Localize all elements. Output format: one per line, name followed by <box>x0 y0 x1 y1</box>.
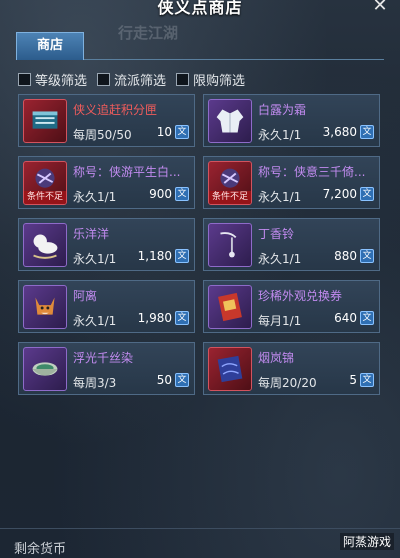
shop-item[interactable]: 阿离 永久1/1 1,980 文 <box>18 280 195 333</box>
item-name: 珍稀外观兑换券 <box>258 289 343 303</box>
tab-shop[interactable]: 商店 <box>16 32 84 60</box>
item-name: 称号：侠游平生白... <box>73 165 181 179</box>
bottom-divider <box>0 528 400 529</box>
item-limit: 每周20/20 <box>258 376 317 390</box>
currency-icon: 文 <box>360 125 374 139</box>
price-value: 5 <box>349 373 357 387</box>
filter-purchase-limit[interactable]: 限购筛选 <box>176 70 246 89</box>
currency-icon: 文 <box>175 311 189 325</box>
currency-icon: 文 <box>360 249 374 263</box>
price-value: 640 <box>334 311 357 325</box>
shop-item[interactable]: 侠义追赶积分匣 每周50/50 10 文 <box>18 94 195 147</box>
dye-bowl-icon <box>23 347 67 391</box>
item-price: 880 文 <box>334 249 374 263</box>
currency-icon: 文 <box>175 249 189 263</box>
close-icon: ✕ <box>372 0 388 16</box>
item-price: 640 文 <box>334 311 374 325</box>
window-title: 侠义点商店 <box>157 0 243 17</box>
level-filter-label: 等级筛选 <box>35 73 88 89</box>
remaining-currency-label: 剩余货币 <box>14 542 67 557</box>
item-name: 称号：侠意三千倚... <box>258 165 366 179</box>
currency-icon: 文 <box>360 187 374 201</box>
title-bar: 侠义点商店 ✕ <box>0 0 400 20</box>
price-value: 880 <box>334 249 357 263</box>
item-limit: 永久1/1 <box>258 128 302 142</box>
item-limit: 每周50/50 <box>73 128 132 142</box>
silk-cloth-icon <box>208 347 252 391</box>
currency-icon: 文 <box>175 125 189 139</box>
shop-item[interactable]: 丁香铃 永久1/1 880 文 <box>203 218 380 271</box>
voucher-icon <box>208 285 252 329</box>
item-limit: 永久1/1 <box>73 314 117 328</box>
level-filter-checkbox[interactable] <box>18 72 31 86</box>
condition-badge: 条件不足 <box>24 191 66 204</box>
bell-icon <box>208 223 252 267</box>
shop-item[interactable]: 条件不足 称号：侠游平生白... 永久1/1 900 文 <box>18 156 195 209</box>
price-value: 1,180 <box>137 249 172 263</box>
shop-item[interactable]: 珍稀外观兑换券 每月1/1 640 文 <box>203 280 380 333</box>
item-name: 乐洋洋 <box>73 227 110 241</box>
filter-bar: 等级筛选 流派筛选 限购筛选 <box>18 70 246 89</box>
white-robe-icon <box>208 99 252 143</box>
condition-badge: 条件不足 <box>209 191 251 204</box>
title-badge-icon: 条件不足 <box>23 161 67 205</box>
rocking-toy-icon <box>23 223 67 267</box>
shop-item[interactable]: 烟岚锦 每周20/20 5 文 <box>203 342 380 395</box>
filter-school[interactable]: 流派筛选 <box>97 70 167 89</box>
price-value: 7,200 <box>322 187 357 201</box>
item-price: 5 文 <box>349 373 374 387</box>
item-limit: 永久1/1 <box>73 190 117 204</box>
close-button[interactable]: ✕ <box>370 0 390 16</box>
item-price: 7,200 文 <box>323 187 374 201</box>
item-limit: 每周3/3 <box>73 376 117 390</box>
price-value: 10 <box>156 125 172 139</box>
item-limit: 永久1/1 <box>73 252 117 266</box>
item-name: 丁香铃 <box>258 227 295 241</box>
item-limit: 永久1/1 <box>258 190 302 204</box>
item-price: 50 文 <box>157 373 189 387</box>
currency-icon: 文 <box>175 373 189 387</box>
purchase-limit-filter-label: 限购筛选 <box>193 73 246 89</box>
purchase-limit-filter-checkbox[interactable] <box>176 72 190 86</box>
price-value: 3,680 <box>322 125 357 139</box>
item-name: 阿离 <box>73 289 98 303</box>
item-limit: 永久1/1 <box>258 252 302 266</box>
filter-level[interactable]: 等级筛选 <box>18 70 88 89</box>
fox-pet-icon <box>23 285 67 329</box>
item-price: 900 文 <box>149 187 189 201</box>
currency-icon: 文 <box>360 373 374 387</box>
shop-item[interactable]: 条件不足 称号：侠意三千倚... 永久1/1 7,200 文 <box>203 156 380 209</box>
price-value: 50 <box>156 373 172 387</box>
item-price: 1,180 文 <box>138 249 189 263</box>
price-value: 1,980 <box>137 311 172 325</box>
shop-item[interactable]: 乐洋洋 永久1/1 1,180 文 <box>18 218 195 271</box>
school-filter-checkbox[interactable] <box>97 72 111 86</box>
currency-icon: 文 <box>175 187 189 201</box>
price-value: 900 <box>149 187 172 201</box>
item-price: 10 文 <box>157 125 189 139</box>
book-box-icon <box>23 99 67 143</box>
currency-icon: 文 <box>360 311 374 325</box>
tab-bar: 商店 <box>16 32 384 60</box>
item-price: 1,980 文 <box>138 311 189 325</box>
item-limit: 每月1/1 <box>258 314 302 328</box>
item-name: 白露为霜 <box>258 103 307 117</box>
school-filter-label: 流派筛选 <box>114 73 167 89</box>
item-name: 烟岚锦 <box>258 351 295 365</box>
shop-item[interactable]: 白露为霜 永久1/1 3,680 文 <box>203 94 380 147</box>
item-name: 侠义追赶积分匣 <box>73 103 158 117</box>
item-name: 浮光千丝染 <box>73 351 134 365</box>
watermark: 阿蒸游戏 <box>339 533 394 550</box>
shop-item[interactable]: 浮光千丝染 每周3/3 50 文 <box>18 342 195 395</box>
title-badge-icon: 条件不足 <box>208 161 252 205</box>
item-price: 3,680 文 <box>323 125 374 139</box>
